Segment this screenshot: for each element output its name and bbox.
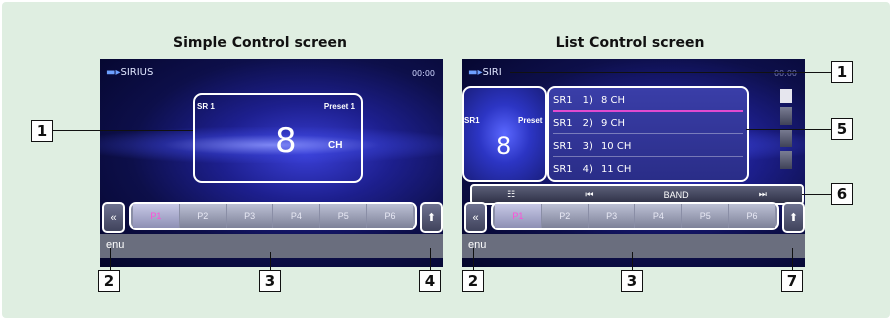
channel-list: SR1 1) 8 CH SR1 2) 9 CH SR1 3) 10 CH SR1 4) 11 C… [547, 86, 749, 182]
preset-label: Preset [518, 116, 543, 125]
scroll-up-button[interactable] [780, 107, 792, 125]
preset-button[interactable]: P5 [320, 204, 367, 228]
leader-line [632, 252, 633, 270]
callout-3: 3 [259, 270, 281, 292]
band-button[interactable]: BAND [664, 190, 689, 200]
callout-4: 4 [419, 270, 441, 292]
arrow-up-icon: ⬆ [788, 212, 799, 224]
leader-line [746, 129, 833, 130]
callout-7: 7 [781, 270, 803, 292]
chevron-double-left-icon: « [110, 211, 117, 224]
callout-1: 1 [831, 61, 853, 83]
preset-button[interactable]: P5 [682, 204, 729, 228]
info-display-box[interactable]: SR 1 Preset 1 8 CH [193, 93, 363, 183]
channel-number: 8 [275, 121, 297, 161]
menu-label: enu [106, 239, 125, 251]
scroll-mid-button[interactable] [780, 129, 792, 147]
next-button[interactable]: ⏭ [759, 189, 767, 200]
leader-line [792, 248, 793, 270]
preset-button[interactable]: P2 [541, 204, 588, 228]
info-display-box[interactable]: SR1 Preset 8 [462, 86, 547, 182]
clock: 00:00 [411, 69, 435, 78]
list-icon[interactable]: ☷ [507, 189, 515, 200]
leader-line [802, 194, 833, 195]
leader-line [430, 248, 431, 270]
heading-list: List Control screen [555, 35, 705, 51]
callout-2: 2 [462, 270, 484, 292]
preset-button[interactable]: P4 [273, 204, 320, 228]
preset-bar: P1 P2 P3 P4 P5 P6 [491, 202, 779, 230]
preset-button[interactable]: P1 [133, 204, 179, 228]
previous-button[interactable]: ⏮ [585, 189, 593, 200]
leader-line [473, 248, 474, 270]
callout-3: 3 [621, 270, 643, 292]
list-control-screen: ▬▸SIRI 00:00 SR1 Preset 8 SR1 1) 8 CH SR1 2… [462, 59, 805, 267]
back-button[interactable]: « [464, 202, 487, 233]
menu-bar[interactable]: enu [462, 234, 805, 258]
preset-button[interactable]: P6 [367, 204, 413, 228]
preset-button[interactable]: P2 [179, 204, 226, 228]
arrow-up-icon: ⬆ [426, 212, 437, 224]
list-item[interactable]: SR1 4) 11 CH [553, 159, 743, 179]
preset-button[interactable]: P4 [635, 204, 682, 228]
menu-bar[interactable]: enu [100, 234, 443, 258]
channel-number: 8 [496, 132, 512, 160]
scrollbar-thumb[interactable] [780, 89, 792, 103]
sirius-logo: ▬▸SIRI [468, 67, 502, 78]
heading-simple: Simple Control screen [173, 35, 347, 51]
list-item[interactable]: SR1 1) 8 CH [553, 90, 743, 112]
preset-button[interactable]: P3 [588, 204, 635, 228]
list-item[interactable]: SR1 2) 9 CH [553, 113, 743, 134]
callout-5: 5 [831, 118, 853, 140]
leader-line [110, 248, 111, 270]
preset-label: Preset 1 [323, 102, 355, 111]
band-label: SR1 [464, 116, 480, 125]
preset-bar: P1 P2 P3 P4 P5 P6 [129, 202, 417, 230]
leader-line [52, 130, 193, 131]
preset-button[interactable]: P1 [495, 204, 541, 228]
back-button[interactable]: « [102, 202, 125, 233]
leader-line [510, 72, 831, 73]
channel-unit: CH [328, 140, 343, 151]
callout-1: 1 [31, 120, 53, 142]
chevron-double-left-icon: « [472, 211, 479, 224]
callout-2: 2 [98, 270, 120, 292]
scroll-down-button[interactable] [780, 151, 792, 169]
band-label: SR 1 [197, 102, 215, 111]
callout-6: 6 [831, 183, 853, 205]
leader-line [270, 252, 271, 270]
sirius-logo: ▬▸SIRIUS [106, 67, 154, 78]
clock: 00:00 [773, 69, 797, 78]
upload-button[interactable]: ⬆ [420, 202, 443, 233]
preset-button[interactable]: P6 [729, 204, 775, 228]
upload-button[interactable]: ⬆ [782, 202, 805, 233]
preset-button[interactable]: P3 [226, 204, 273, 228]
menu-label: enu [468, 239, 487, 251]
simple-control-screen: ▬▸SIRIUS 00:00 SR 1 Preset 1 8 CH « P1 P… [100, 59, 443, 267]
list-item[interactable]: SR1 3) 10 CH [553, 136, 743, 157]
